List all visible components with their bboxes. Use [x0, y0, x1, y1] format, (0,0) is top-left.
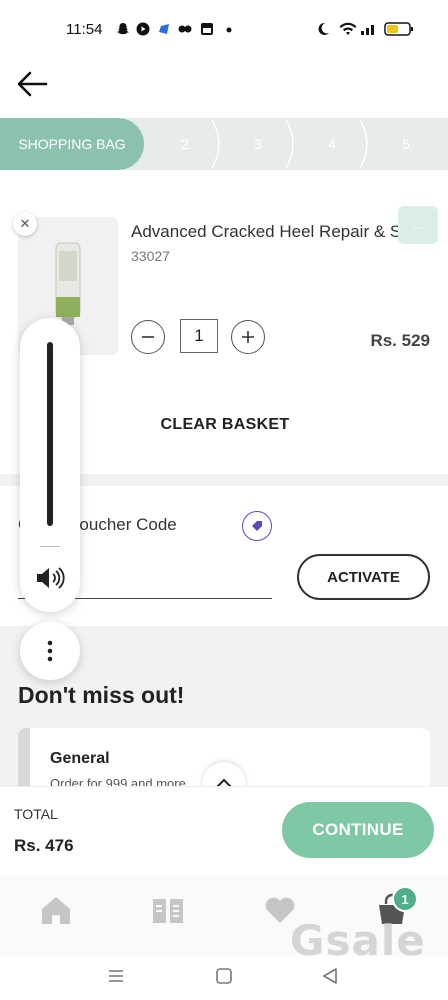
- step-2[interactable]: 2: [165, 118, 205, 170]
- wifi-icon: [339, 22, 357, 35]
- step-shopping-bag[interactable]: SHOPPING BAG: [0, 118, 144, 170]
- recents-icon[interactable]: [106, 966, 126, 986]
- continue-button[interactable]: CONTINUE: [282, 802, 434, 858]
- back-button-icon[interactable]: [320, 966, 340, 986]
- step-3[interactable]: 3: [238, 118, 278, 170]
- tag-icon: [252, 521, 262, 531]
- home-button-icon[interactable]: [214, 966, 234, 986]
- volume-divider: [40, 546, 60, 547]
- step-divider-icon: [285, 119, 294, 169]
- more-vertical-icon: [47, 640, 53, 662]
- snapchat-icon: [117, 23, 129, 35]
- dot-icon: [226, 27, 232, 33]
- signal-icon: [361, 25, 374, 35]
- product-title[interactable]: Advanced Cracked Heel Repair & S...: [131, 222, 423, 242]
- catalog-icon[interactable]: [150, 892, 186, 928]
- moon-icon: [318, 22, 329, 35]
- links-icon: [178, 25, 192, 33]
- more-options-button[interactable]: [20, 622, 80, 680]
- offer-title: General: [50, 750, 110, 767]
- home-icon[interactable]: [38, 892, 74, 928]
- voucher-info-button[interactable]: [242, 511, 272, 541]
- activate-button[interactable]: ACTIVATE: [297, 554, 430, 600]
- battery-icon: [384, 22, 413, 36]
- clock: 11:54: [66, 21, 103, 38]
- minus-icon: [142, 336, 154, 338]
- system-nav-bar: [0, 956, 448, 1000]
- total-value: Rs. 476: [14, 836, 74, 855]
- calendar-icon: [201, 23, 213, 35]
- cart-count-badge: 1: [392, 886, 418, 912]
- status-bar: 11:54: [0, 0, 448, 58]
- plus-icon: [242, 331, 254, 343]
- quantity-field[interactable]: 1: [180, 319, 218, 353]
- volume-panel[interactable]: [20, 318, 80, 612]
- step-4[interactable]: 4: [312, 118, 352, 170]
- step-5[interactable]: 5: [386, 118, 426, 170]
- volume-slider[interactable]: [47, 342, 53, 526]
- media-icon: [136, 22, 150, 36]
- step-divider-icon: [211, 119, 220, 169]
- product-tag: ...: [398, 206, 438, 244]
- offers-heading: Don't miss out!: [18, 682, 185, 708]
- item-price: Rs. 529: [370, 331, 430, 350]
- step-divider-icon: [359, 119, 368, 169]
- total-label: TOTAL: [14, 806, 58, 822]
- remove-item-button[interactable]: ✕: [13, 212, 37, 236]
- back-arrow-icon[interactable]: [14, 66, 50, 102]
- decrease-quantity-button[interactable]: [131, 320, 165, 354]
- close-icon: ✕: [19, 216, 31, 231]
- increase-quantity-button[interactable]: [231, 320, 265, 354]
- clear-basket-button[interactable]: CLEAR BASKET: [150, 416, 300, 434]
- product-sku: 33027: [131, 248, 170, 264]
- app-icon: [159, 24, 169, 34]
- speaker-icon[interactable]: [35, 566, 65, 590]
